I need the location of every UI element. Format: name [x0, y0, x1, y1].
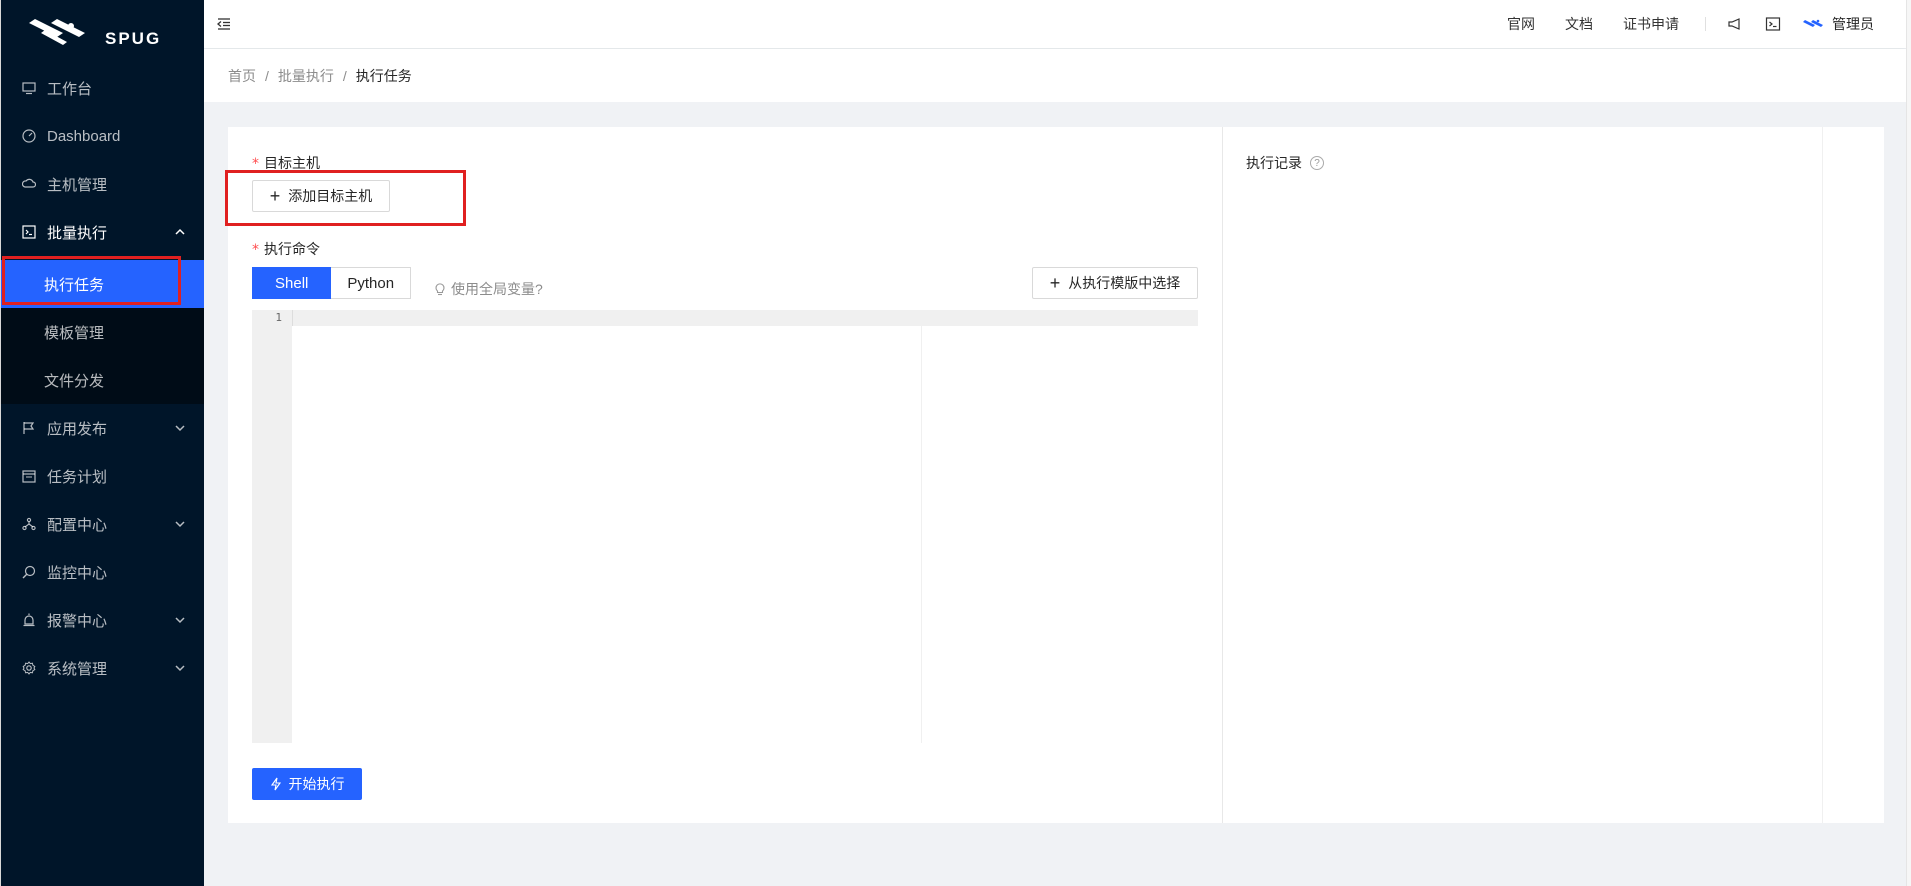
bulb-icon	[435, 283, 445, 296]
sidebar-item-label: 主机管理	[47, 176, 108, 194]
code-icon	[21, 224, 37, 240]
breadcrumb-current: 执行任务	[355, 67, 412, 84]
thunderbolt-icon	[270, 777, 281, 791]
sidebar: SPUG 工作台 Dashboard 主机管理 批量执行 执行任务 模板管理 文…	[0, 0, 204, 886]
chevron-down-icon	[175, 425, 185, 432]
start-exec-button[interactable]: 开始执行	[252, 768, 362, 800]
chevron-down-icon	[175, 521, 185, 528]
sidebar-item-deploy[interactable]: 应用发布	[1, 404, 204, 452]
header-link-docs[interactable]: 文档	[1565, 14, 1593, 34]
desktop-icon	[21, 80, 37, 96]
sidebar-item-template[interactable]: 模板管理	[1, 308, 204, 356]
chevron-down-icon	[175, 617, 185, 624]
notification-icon[interactable]	[1726, 15, 1744, 33]
records-card-edge	[1822, 127, 1884, 823]
cloud-server-icon	[21, 176, 37, 192]
sidebar-item-label: 报警中心	[47, 612, 108, 630]
sidebar-item-label: Dashboard	[47, 127, 121, 145]
breadcrumb-batch[interactable]: 批量执行	[278, 66, 334, 86]
sidebar-item-label: 模板管理	[44, 324, 105, 342]
sidebar-item-label: 文件分发	[44, 372, 105, 390]
language-selector: Shell Python	[252, 267, 412, 299]
editor-active-line	[252, 310, 1198, 326]
logo-text: SPUG	[105, 29, 162, 48]
alert-icon	[21, 612, 37, 628]
command-editor[interactable]: 1	[252, 310, 1198, 743]
command-label: * 执行命令	[252, 241, 320, 258]
chevron-up-icon	[175, 228, 185, 235]
menu-fold-icon[interactable]	[216, 16, 232, 32]
sidebar-item-alarm[interactable]: 报警中心	[1, 596, 204, 644]
header-right: 官网 文档 证书申请 管理员	[1477, 0, 1874, 48]
select-template-button[interactable]: + 从执行模版中选择	[1032, 267, 1198, 299]
sidebar-item-workbench[interactable]: 工作台	[1, 64, 204, 112]
breadcrumb-separator: /	[342, 67, 347, 84]
header-divider	[1705, 17, 1706, 31]
top-header: 官网 文档 证书申请 管理员	[204, 0, 1906, 48]
sidebar-item-label: 监控中心	[47, 564, 108, 582]
schedule-icon	[21, 468, 37, 484]
line-number: 1	[275, 311, 282, 324]
deployment-icon	[21, 516, 37, 532]
user-name: 管理员	[1832, 16, 1874, 32]
sidebar-item-file-dist[interactable]: 文件分发	[1, 356, 204, 404]
sidebar-item-host[interactable]: 主机管理	[1, 160, 204, 208]
spug-logo-icon	[29, 19, 85, 45]
exec-records-card	[1222, 127, 1822, 823]
sidebar-item-dashboard[interactable]: Dashboard	[1, 112, 204, 160]
dashboard-icon	[21, 128, 37, 144]
sidebar-item-label: 系统管理	[47, 660, 108, 678]
chevron-down-icon	[175, 665, 185, 672]
editor-gutter	[252, 310, 292, 743]
highlight-box-exec-task	[2, 256, 181, 305]
tab-python[interactable]: Python	[331, 267, 412, 299]
sidebar-item-label: 配置中心	[47, 516, 108, 534]
global-var-hint[interactable]: 使用全局变量?	[433, 279, 543, 299]
header-link-website[interactable]: 官网	[1507, 14, 1535, 34]
plus-icon: +	[1049, 273, 1061, 293]
sidebar-item-config[interactable]: 配置中心	[1, 500, 204, 548]
exec-records-title: 执行记录 ?	[1246, 153, 1324, 173]
required-mark: *	[252, 242, 259, 258]
terminal-icon[interactable]	[1764, 15, 1782, 33]
tab-shell[interactable]: Shell	[252, 267, 332, 299]
header-link-cert[interactable]: 证书申请	[1623, 14, 1679, 34]
sidebar-item-batch[interactable]: 批量执行	[1, 208, 204, 256]
sidebar-item-label: 工作台	[47, 80, 93, 98]
gutter-edge	[292, 310, 293, 326]
avatar	[1803, 19, 1823, 27]
sidebar-item-label: 任务计划	[47, 468, 108, 486]
monitor-icon	[21, 564, 37, 580]
breadcrumb: 首页 / 批量执行 / 执行任务	[204, 49, 1906, 102]
sidebar-item-schedule[interactable]: 任务计划	[1, 452, 204, 500]
user-menu[interactable]: 管理员	[1802, 14, 1874, 34]
editor-print-margin	[921, 326, 922, 743]
sidebar-item-label: 批量执行	[47, 224, 108, 242]
highlight-box-add-host	[225, 170, 466, 226]
window-scrollbar[interactable]	[1906, 0, 1911, 886]
sidebar-item-label: 应用发布	[47, 420, 108, 438]
question-circle-icon[interactable]: ?	[1310, 156, 1324, 170]
sidebar-item-monitor[interactable]: 监控中心	[1, 548, 204, 596]
sidebar-item-system[interactable]: 系统管理	[1, 644, 204, 692]
breadcrumb-separator: /	[265, 67, 269, 84]
setting-icon	[21, 660, 37, 676]
logo[interactable]: SPUG	[1, 0, 204, 64]
flag-icon	[21, 420, 37, 436]
breadcrumb-home[interactable]: 首页	[228, 66, 256, 86]
